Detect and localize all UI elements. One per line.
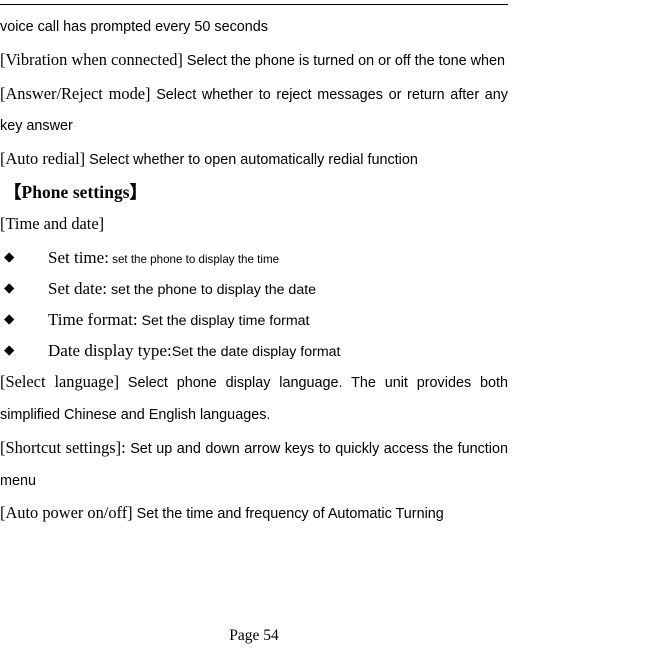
section-heading: 【Phone settings】 <box>4 181 148 202</box>
document-body: voice call has prompted every 50 seconds… <box>0 10 508 531</box>
header-rule <box>0 4 508 5</box>
list-item: ◆ Set date: set the phone to display the … <box>0 273 508 304</box>
time-and-date-list: ◆ Set time: set the phone to display the … <box>0 242 508 366</box>
paragraph-text: Select whether to open automatically red… <box>85 152 418 169</box>
list-item-term: Date display type: <box>48 341 172 361</box>
subheading-term: [Time and date] <box>0 214 105 234</box>
paragraph-select-language: [Select language] Select phone display l… <box>0 366 508 432</box>
paragraph-text: Select the phone is turned on or off the… <box>182 52 506 69</box>
list-item-description: set the phone to display the date <box>107 282 317 299</box>
section-subheading: [Time and date] <box>0 208 508 242</box>
paragraph-voice-call-prompt: voice call has prompted every 50 seconds <box>0 10 508 44</box>
list-item-description: set the phone to display the time <box>108 253 280 267</box>
document-page: voice call has prompted every 50 seconds… <box>0 0 655 649</box>
list-item-description: Set the display time format <box>137 313 310 330</box>
list-item-term: Time format: <box>48 310 138 330</box>
paragraph-term: [Answer/Reject mode] <box>0 83 151 103</box>
list-item-term: Set date: <box>48 279 108 299</box>
paragraph-term: [Auto power on/off] <box>0 503 133 523</box>
paragraph-term: [Shortcut settings]: <box>0 437 126 457</box>
list-item: ◆ Date display type:Set the date display … <box>0 335 508 366</box>
list-item-description: Set the date display format <box>171 344 341 361</box>
paragraph-text: Set the time and frequency of Automatic … <box>132 506 444 523</box>
paragraph-answer-reject-mode: [Answer/Reject mode] Select whether to r… <box>0 78 508 144</box>
page-footer: Page 54 <box>0 626 508 646</box>
paragraph-text: voice call has prompted every 50 seconds <box>0 19 268 35</box>
list-item: ◆ Set time: set the phone to display the … <box>0 242 508 273</box>
paragraph-shortcut-settings: [Shortcut settings]: Set up and down arr… <box>0 432 508 498</box>
paragraph-auto-power-on-off: [Auto power on/off] Set the time and fre… <box>0 497 508 531</box>
paragraph-auto-redial: [Auto redial] Select whether to open aut… <box>0 143 508 177</box>
diamond-bullet-icon: ◆ <box>4 311 15 328</box>
diamond-bullet-icon: ◆ <box>4 280 15 297</box>
list-item-term: Set time: <box>48 248 109 268</box>
paragraph-term: [Select language] <box>0 372 120 392</box>
paragraph-vibration-when-connected: [Vibration when connected] Select the ph… <box>0 44 508 78</box>
list-item: ◆ Time format: Set the display time forma… <box>0 304 508 335</box>
diamond-bullet-icon: ◆ <box>4 342 15 359</box>
paragraph-term: [Vibration when connected] <box>0 49 183 69</box>
paragraph-term: [Auto redial] <box>0 149 86 169</box>
diamond-bullet-icon: ◆ <box>4 249 15 266</box>
page-number: Page 54 <box>229 627 279 644</box>
